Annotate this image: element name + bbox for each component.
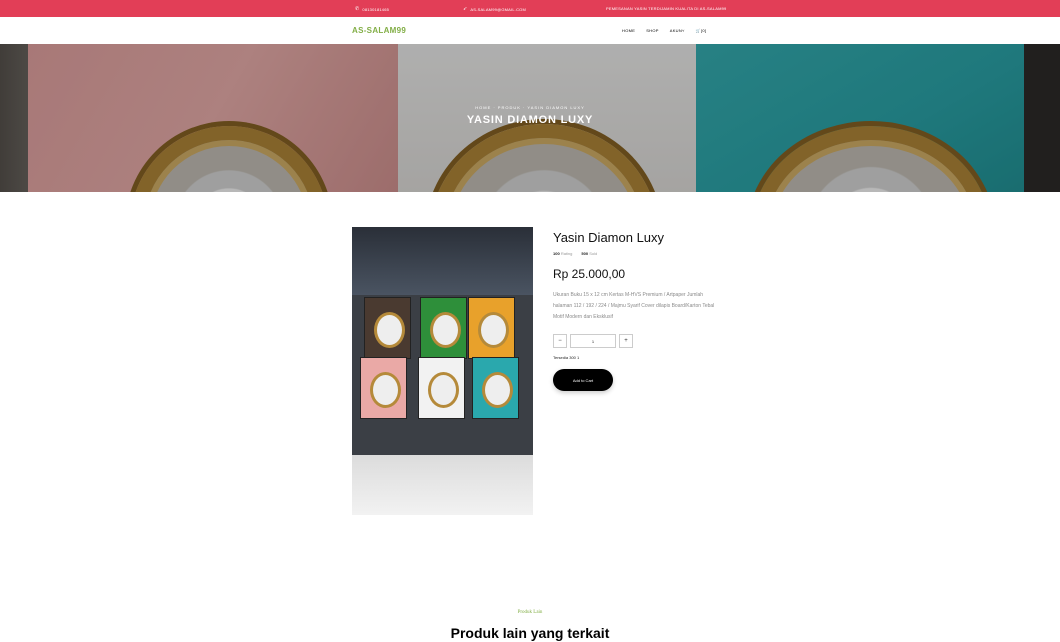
nav-item-akun[interactable]: AKUN˅ <box>670 28 685 33</box>
top-contact-bar: ✆ 08130181465 ➶ AS-SALAM99@GMAIL.COM PEM… <box>0 0 1060 17</box>
sold-stat: 500 Sold <box>581 251 597 256</box>
nav-menu: HOME SHOP AKUN˅ 🛒[0] <box>622 28 706 33</box>
hero-banner: HOME · PRODUK · YASIN DIAMON LUXY YASIN … <box>0 44 1060 192</box>
main-navbar: AS-SALAM99 HOME SHOP AKUN˅ 🛒[0] <box>0 17 1060 44</box>
photo-book-ornament <box>428 372 459 408</box>
paper-plane-icon: ➶ <box>463 6 468 12</box>
stock-text: Tersedia 300 <box>553 355 578 360</box>
topbar-email-text: AS-SALAM99@GMAIL.COM <box>470 6 527 12</box>
product-name: Yasin Diamon Luxy <box>553 230 665 245</box>
add-to-cart-button[interactable]: Add to Cart <box>553 369 613 391</box>
product-price: Rp 25.000,00 <box>553 267 626 281</box>
phone-icon: ✆ <box>355 6 360 12</box>
rating-stat: 100 Rating <box>553 251 572 256</box>
nav-item-home[interactable]: HOME <box>622 28 635 33</box>
quantity-input[interactable]: 1 <box>570 334 616 348</box>
quantity-minus-button[interactable]: − <box>553 334 567 348</box>
topbar-email: ➶ AS-SALAM99@GMAIL.COM <box>463 6 526 12</box>
quantity-stepper: − 1 + <box>553 334 753 348</box>
cart-count: [0] <box>701 28 707 33</box>
stock-count: 1 <box>577 355 580 360</box>
photo-book-ornament <box>478 312 509 348</box>
rating-label: Rating <box>560 251 573 256</box>
page-title: YASIN DIAMON LUXY <box>466 114 594 126</box>
nav-item-shop[interactable]: SHOP <box>646 28 659 33</box>
photo-book <box>360 357 407 419</box>
photo-book <box>472 357 519 419</box>
nav-item-cart[interactable]: 🛒[0] <box>696 28 707 33</box>
photo-book-ornament <box>370 372 401 408</box>
rating-value: 100 <box>553 251 560 256</box>
topbar-phone: ✆ 08130181465 <box>355 6 389 12</box>
stock-info: Tersedia 300 1 <box>553 355 753 360</box>
brand-logo[interactable]: AS-SALAM99 <box>352 26 406 35</box>
topbar-promo: PEMESANAN YASIN TERDIJAMIN KUALITA DI AS… <box>606 6 726 11</box>
quantity-plus-button[interactable]: + <box>619 334 633 348</box>
product-description: Ukuran Buku 15 x 12 cm Kertas M-HVS Prem… <box>553 292 715 320</box>
photo-book <box>418 357 465 419</box>
photo-book-ornament <box>374 312 405 348</box>
photo-floor <box>352 455 533 515</box>
topbar-promo-text: PEMESANAN YASIN TERDIJAMIN KUALITA DI AS… <box>606 6 727 11</box>
related-subtitle: Produk Lain <box>517 610 543 615</box>
nav-item-akun-label: AKUN <box>669 28 683 33</box>
sold-label: Sold <box>589 251 598 256</box>
product-info: Yasin Diamon Luxy 100 Rating 500 Sold Rp… <box>553 227 753 391</box>
photo-book-ornament <box>482 372 513 408</box>
related-title: Produk lain yang terkait <box>450 625 610 641</box>
product-image[interactable] <box>352 227 533 515</box>
photo-book <box>468 297 515 359</box>
sold-value: 500 <box>581 251 589 256</box>
chevron-down-icon: ˅ <box>682 28 685 33</box>
breadcrumb[interactable]: HOME · PRODUK · YASIN DIAMON LUXY <box>0 105 1060 110</box>
photo-shelf <box>352 227 533 297</box>
photo-book <box>364 297 411 359</box>
topbar-phone-text: 08130181465 <box>362 6 390 12</box>
photo-book <box>420 297 467 359</box>
photo-book-ornament <box>430 312 461 348</box>
product-stats: 100 Rating 500 Sold <box>553 251 753 256</box>
